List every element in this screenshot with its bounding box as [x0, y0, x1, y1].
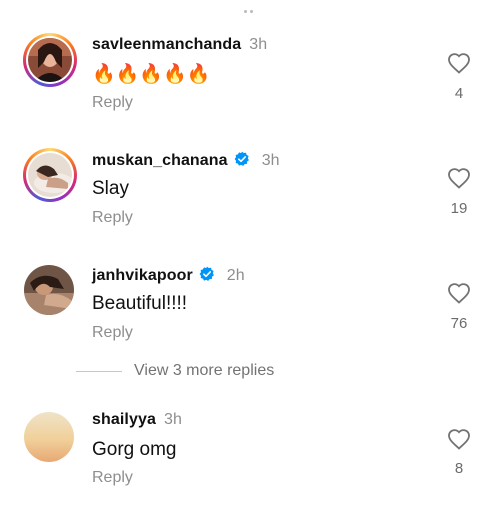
avatar[interactable] — [24, 412, 74, 462]
like-count: 8 — [454, 460, 464, 477]
comment-time: 3h — [249, 36, 268, 53]
comment-item: savleenmanchanda 3h 🔥🔥🔥🔥🔥 Reply 4 — [0, 30, 500, 140]
comment-text: 🔥🔥🔥🔥🔥 — [92, 64, 211, 85]
scroll-indicator — [244, 0, 256, 13]
comment-text: Beautiful!!!! — [92, 293, 188, 314]
verified-badge-icon — [234, 151, 249, 166]
heart-icon[interactable] — [447, 52, 471, 74]
avatar[interactable] — [24, 265, 74, 315]
reply-button[interactable]: Reply — [92, 94, 133, 112]
comment-text: Gorg omg — [92, 439, 177, 460]
reply-button[interactable]: Reply — [92, 324, 133, 342]
username-text[interactable]: shailyya — [92, 411, 156, 428]
comment-time: 3h — [163, 411, 182, 428]
comment-item: muskan_chanana 3h Slay Reply 19 — [0, 147, 500, 257]
avatar-image — [28, 38, 72, 82]
username-text[interactable]: janhvikapoor — [92, 267, 193, 284]
comment-username[interactable]: janhvikapoor 2h — [92, 266, 245, 285]
like-count: 76 — [450, 315, 468, 332]
reply-button[interactable]: Reply — [92, 209, 133, 227]
comment-username[interactable]: shailyya 3h — [92, 411, 182, 429]
like-count: 19 — [450, 200, 468, 217]
comment-time: 2h — [226, 267, 245, 284]
comment-time: 3h — [261, 152, 280, 169]
comment-text: Slay — [92, 178, 129, 199]
comment-username[interactable]: muskan_chanana 3h — [92, 151, 280, 170]
heart-icon[interactable] — [447, 282, 471, 304]
avatar-image — [24, 412, 74, 462]
avatar-image — [28, 153, 72, 197]
divider-line — [76, 371, 122, 372]
username-text[interactable]: savleenmanchanda — [92, 36, 241, 53]
comment-username[interactable]: savleenmanchanda 3h — [92, 36, 267, 54]
verified-badge-icon — [199, 266, 214, 281]
heart-icon[interactable] — [447, 428, 471, 450]
avatar[interactable] — [23, 148, 77, 202]
like-count: 4 — [454, 85, 464, 102]
view-more-replies-label[interactable]: View 3 more replies — [134, 362, 274, 380]
reply-button[interactable]: Reply — [92, 469, 133, 487]
username-text[interactable]: muskan_chanana — [92, 152, 228, 169]
avatar-image — [24, 265, 74, 315]
comment-item: janhvikapoor 2h Beautiful!!!! Reply 76 — [0, 262, 500, 372]
heart-icon[interactable] — [447, 167, 471, 189]
avatar[interactable] — [23, 33, 77, 87]
